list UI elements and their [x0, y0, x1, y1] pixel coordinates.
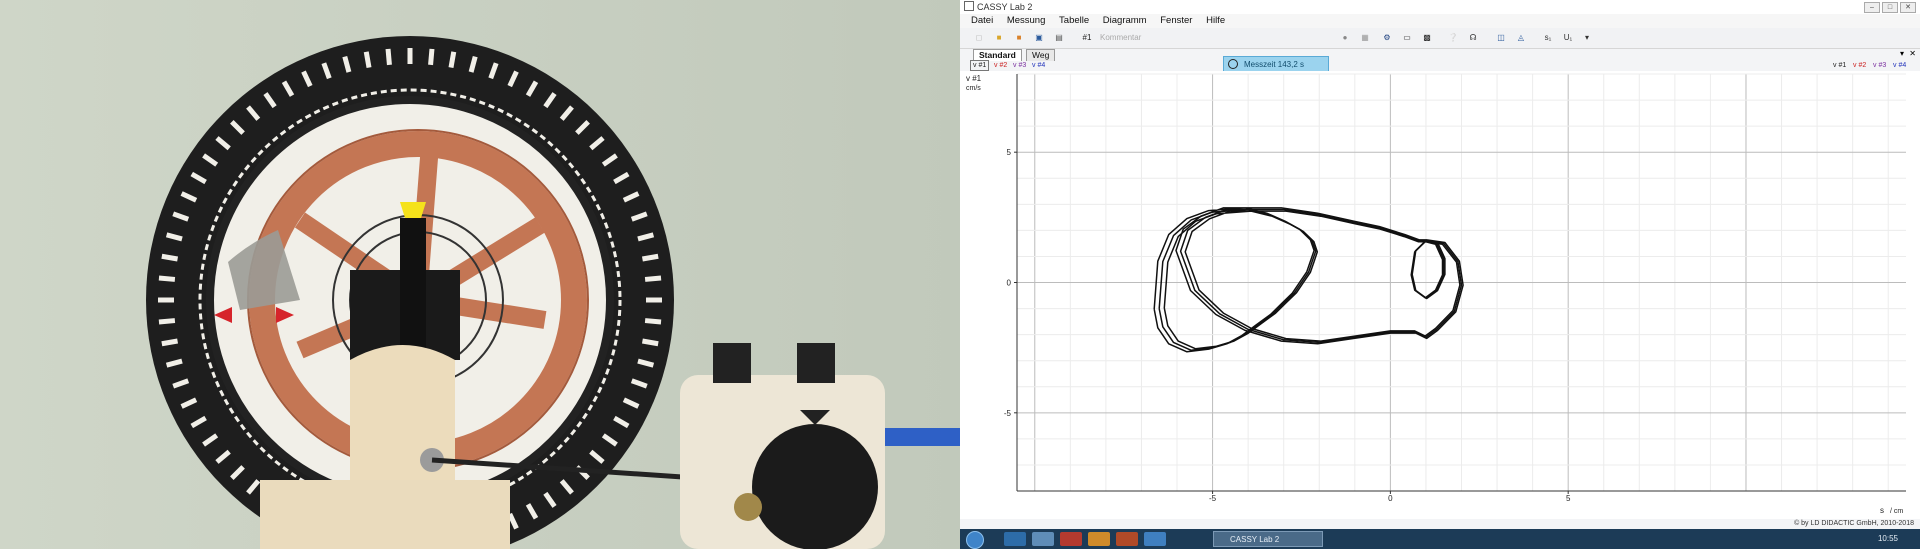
s1-zero-button[interactable]: s₁	[1540, 31, 1556, 45]
title-bar: CASSY Lab 2 – □ ✕	[960, 0, 1920, 15]
plot-area[interactable]: -5 0 5 5 0 -5 v #1 cm/s s / cm	[960, 71, 1920, 519]
legend-series-3: v #3	[1873, 62, 1887, 69]
print-icon[interactable]: ▤	[1052, 31, 1066, 45]
series-chip-2[interactable]: v #2	[994, 60, 1007, 71]
menu-hilfe[interactable]: Hilfe	[1206, 15, 1225, 26]
taskbar-media-icon[interactable]	[1060, 532, 1082, 546]
settings-icon[interactable]: ⚙	[1380, 31, 1394, 45]
legend-series-1: v #1	[1833, 62, 1847, 69]
open-example-icon[interactable]: ■	[1012, 31, 1026, 45]
copyright-footer: © by LD DIDACTIC GmbH, 2010-2018	[960, 519, 1920, 529]
open-icon[interactable]: ■	[992, 31, 1006, 45]
legend-series-2: v #2	[1853, 62, 1867, 69]
toolbar: ◻ ■ ■ ▣ ▤ #1 Kommentar Messzeit 143,2 s …	[960, 28, 1920, 85]
y-tick-label: -5	[1004, 409, 1012, 418]
u1-zero-button[interactable]: U₁	[1560, 31, 1576, 45]
maximize-button[interactable]: □	[1882, 2, 1898, 13]
window-title: CASSY Lab 2	[977, 2, 1033, 12]
copyright-text: © by LD DIDACTIC GmbH, 2010-2018	[1794, 520, 1914, 527]
scale-tick	[644, 275, 662, 282]
display-icon[interactable]: ▭	[1400, 31, 1414, 45]
tab-close-icon[interactable]: ✕	[1909, 49, 1916, 58]
y-tick-label: 0	[1007, 279, 1012, 288]
help-icon[interactable]: ❔	[1446, 31, 1460, 45]
taskbar-app-icon[interactable]	[1088, 532, 1110, 546]
x-axis-label: s	[1880, 506, 1884, 515]
x-tick-label: 5	[1566, 494, 1571, 503]
new-icon[interactable]: ◻	[972, 31, 986, 45]
scale-tick	[158, 318, 176, 325]
window-controls: – □ ✕	[1864, 2, 1916, 13]
taskbar-explorer-icon[interactable]	[1032, 532, 1054, 546]
scale-tick	[363, 51, 372, 69]
taskbar-active-window[interactable]: CASSY Lab 2	[1213, 531, 1323, 547]
taskbar-clock: 10:55	[1877, 534, 1898, 543]
series-bar: v #1 v #2 v #3 v #4 v #1 v #2 v #3 v #4	[960, 60, 1920, 71]
minimize-button[interactable]: –	[1864, 2, 1880, 13]
stop-icon[interactable]: ●	[1338, 31, 1352, 45]
y-axis-unit: cm/s	[966, 85, 981, 92]
menu-datei[interactable]: Datei	[971, 15, 993, 26]
phase-diagram[interactable]: -5 0 5 5 0 -5 v #1 cm/s s / cm	[960, 71, 1920, 519]
x-tick-label: 0	[1388, 494, 1393, 503]
layout-icon[interactable]: ◬	[1514, 31, 1528, 45]
taskbar-cassy-icon[interactable]	[1144, 532, 1166, 546]
y-tick-label: 5	[1007, 148, 1012, 157]
taskbar-window-title: CASSY Lab 2	[1230, 535, 1280, 544]
x-tick-label: -5	[1209, 494, 1217, 503]
comment-field[interactable]: Kommentar	[1100, 31, 1150, 45]
y-axis-label: v #1	[966, 74, 982, 83]
cassy-lab-window: CASSY Lab 2 – □ ✕ Datei Messung Tabelle …	[960, 0, 1920, 549]
menu-bar: Datei Messung Tabelle Diagramm Fenster H…	[960, 14, 1920, 28]
app-icon	[964, 1, 974, 11]
table-icon[interactable]: ▦	[1358, 31, 1372, 45]
taskbar: CASSY Lab 2 10:55	[960, 529, 1920, 549]
more-icon[interactable]: ▾	[1580, 31, 1594, 45]
scale-tick	[448, 51, 457, 69]
apparatus-photo	[0, 0, 960, 549]
series-chip-1[interactable]: v #1	[970, 60, 990, 71]
scale-tick	[161, 338, 179, 347]
scale-tick	[385, 48, 392, 66]
scale-tick	[161, 253, 179, 262]
tab-menu-icon[interactable]: ▾	[1900, 49, 1904, 58]
scale-tick	[641, 338, 659, 347]
series-chip-4[interactable]: v #4	[1032, 60, 1045, 71]
x-axis-unit: / cm	[1890, 508, 1903, 515]
scale-tick	[644, 318, 662, 325]
window-icon[interactable]: ◫	[1494, 31, 1508, 45]
menu-diagramm[interactable]: Diagramm	[1103, 15, 1147, 26]
menu-tabelle[interactable]: Tabelle	[1059, 15, 1089, 26]
scale-tick	[158, 275, 176, 282]
menu-messung[interactable]: Messung	[1007, 15, 1046, 26]
series-chip-3[interactable]: v #3	[1013, 60, 1026, 71]
channel-select[interactable]: #1	[1076, 31, 1098, 45]
qr-icon[interactable]: ▩	[1420, 31, 1434, 45]
menu-fenster[interactable]: Fenster	[1160, 15, 1192, 26]
scale-tick	[428, 48, 435, 66]
scale-tick	[641, 253, 659, 262]
taskbar-ie-icon[interactable]	[1004, 532, 1026, 546]
close-button[interactable]: ✕	[1900, 2, 1916, 13]
save-icon[interactable]: ▣	[1032, 31, 1046, 45]
view-tabs: Standard Weg ▾ ✕	[960, 48, 1920, 61]
start-button[interactable]	[966, 531, 984, 549]
legend-series-4: v #4	[1893, 62, 1907, 69]
taskbar-office-icon[interactable]	[1116, 532, 1138, 546]
headset-icon[interactable]: ☊	[1466, 31, 1480, 45]
